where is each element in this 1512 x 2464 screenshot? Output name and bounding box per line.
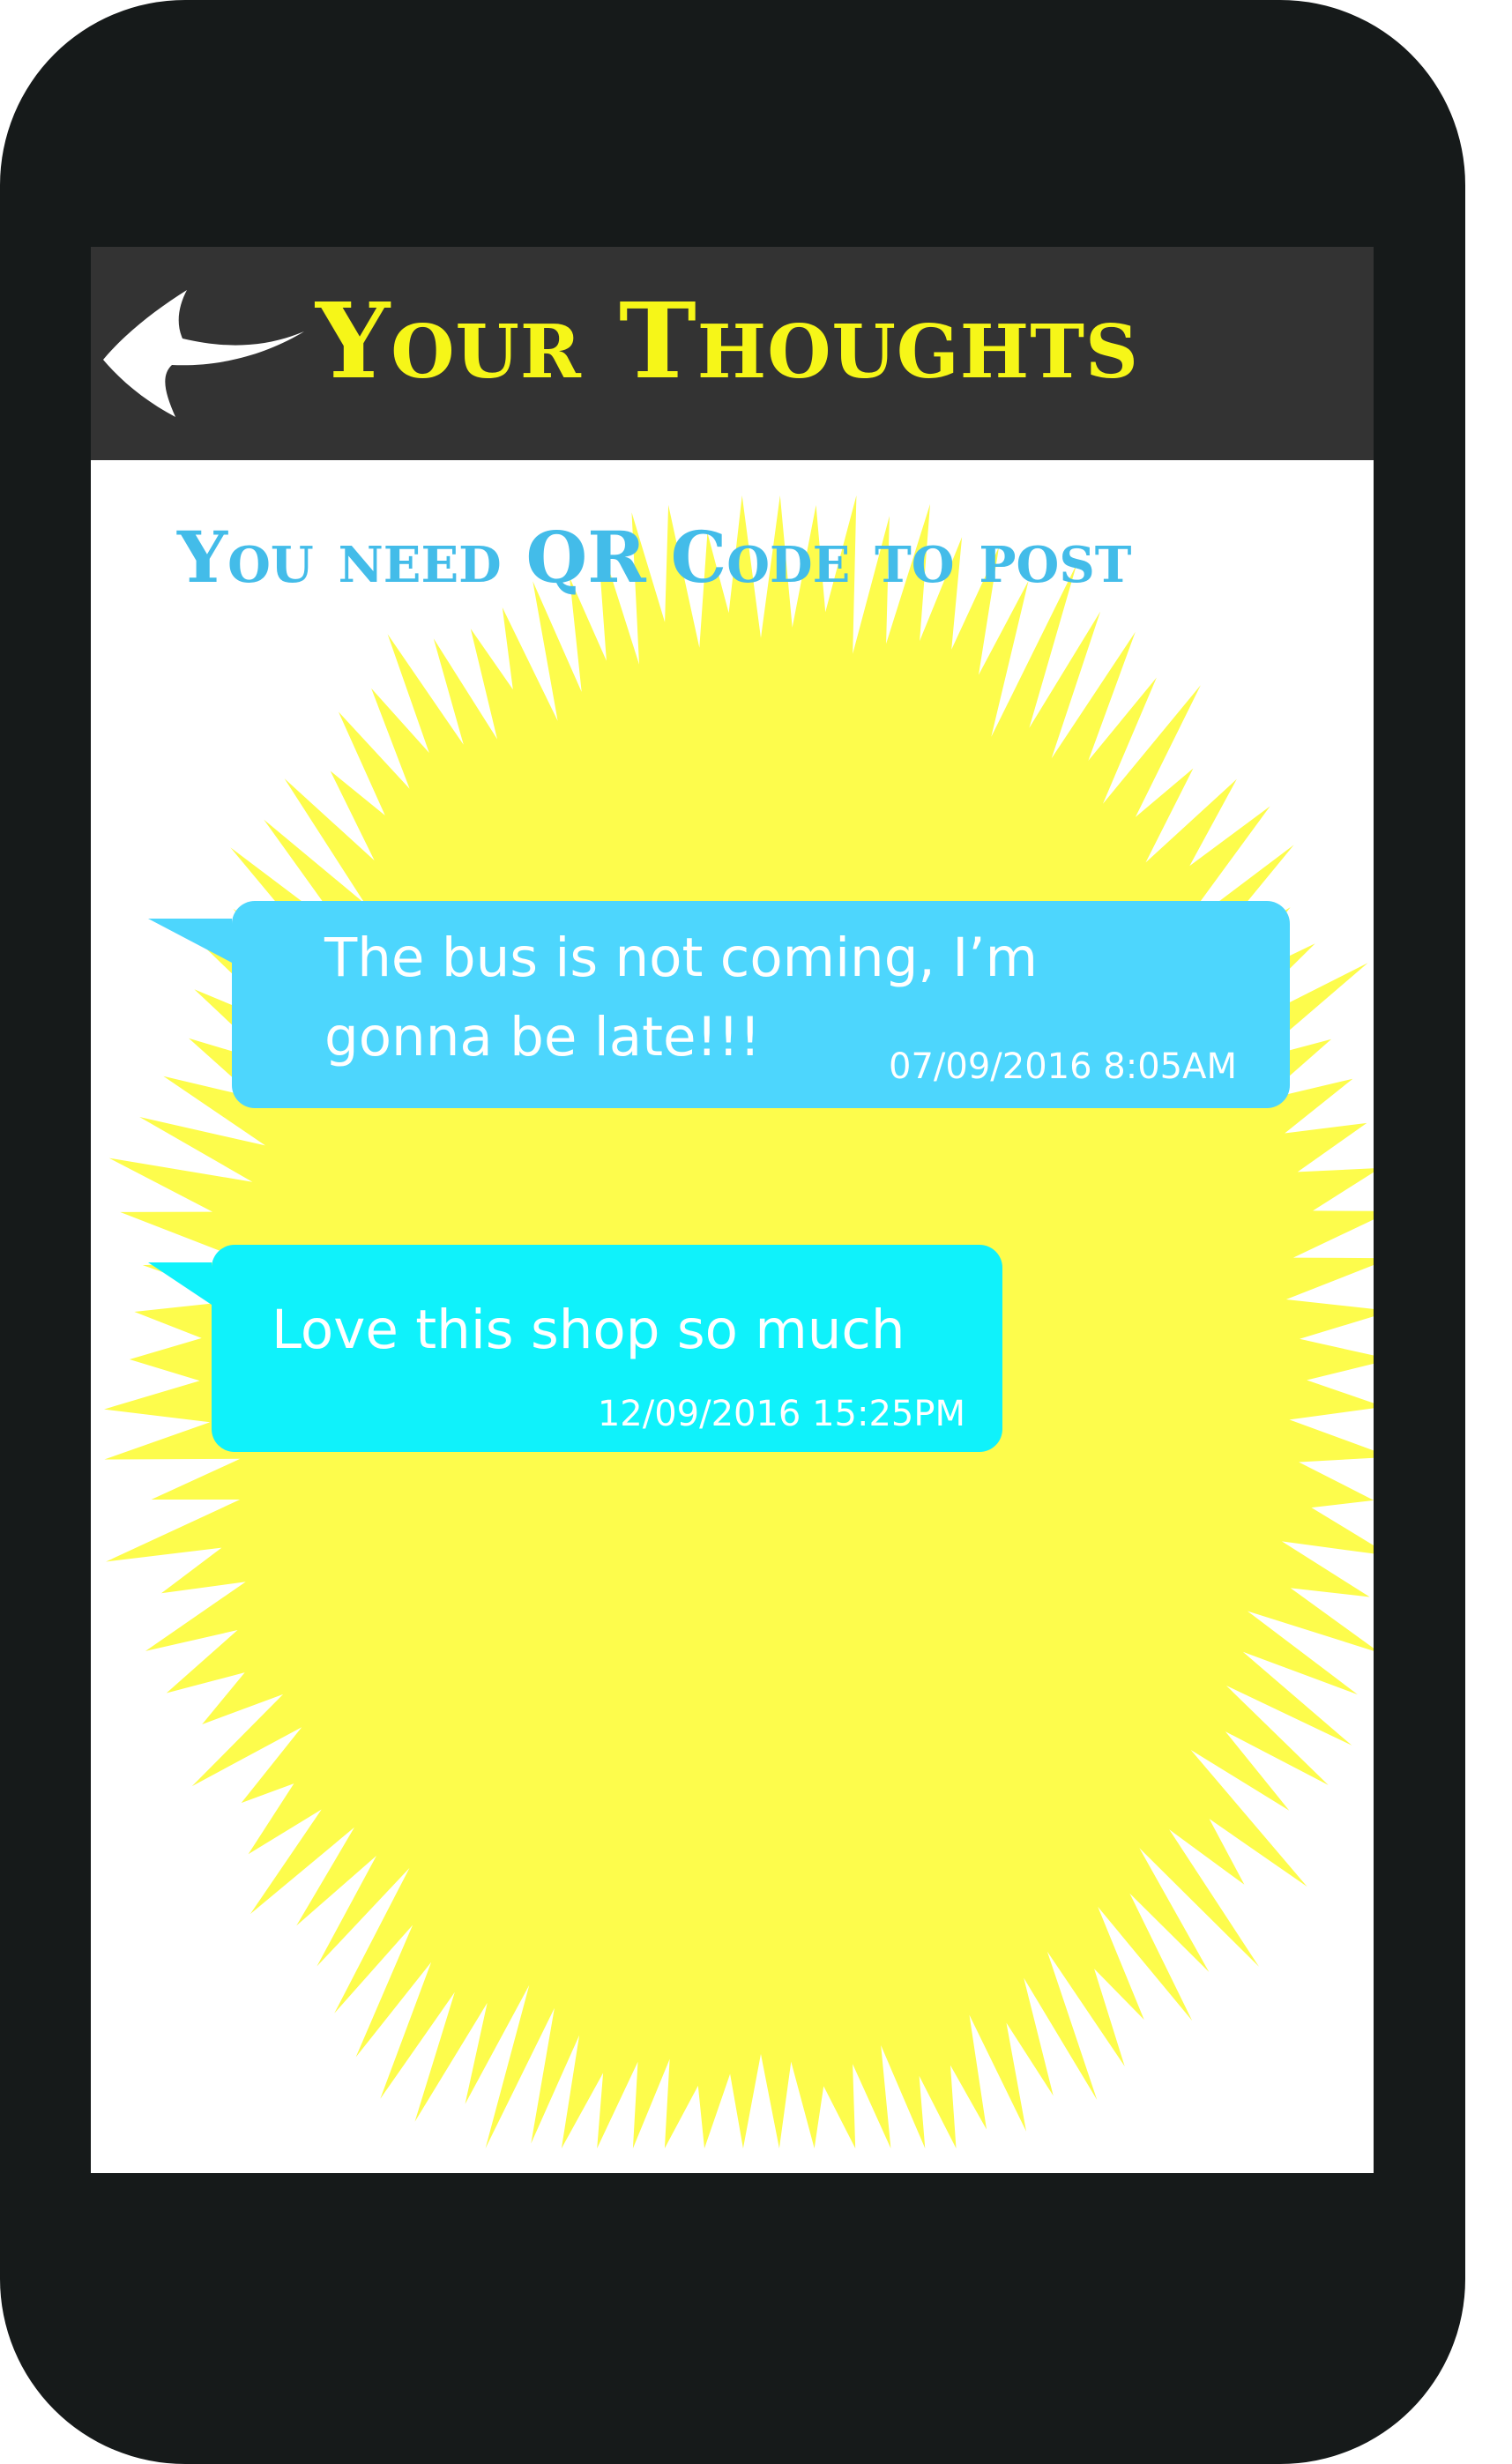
back-button[interactable] [103,287,315,420]
message-text: Love this shop so much [272,1299,905,1361]
bubble-tail [148,1262,212,1305]
message-area: You need QR Code to post The bus is not … [91,460,1374,2173]
phone-screen: Your Thoughts You need QR Code to post T… [91,247,1374,2173]
back-arrow-icon [103,290,304,417]
message-bubble[interactable]: Love this shop so much 12/09/2016 15:25P… [148,1245,1002,1452]
header-bar: Your Thoughts [91,247,1374,460]
qr-code-notice: You need QR Code to post [177,516,1132,599]
message-bubble[interactable]: The bus is not coming, I’m gonna be late… [148,901,1290,1108]
message-timestamp: 07/09/2016 8:05AM [889,1046,1237,1087]
page-title: Your Thoughts [316,279,1139,402]
bubble-tail [148,919,232,963]
phone-frame: Your Thoughts You need QR Code to post T… [0,0,1465,2464]
message-timestamp: 12/09/2016 15:25PM [597,1394,965,1434]
